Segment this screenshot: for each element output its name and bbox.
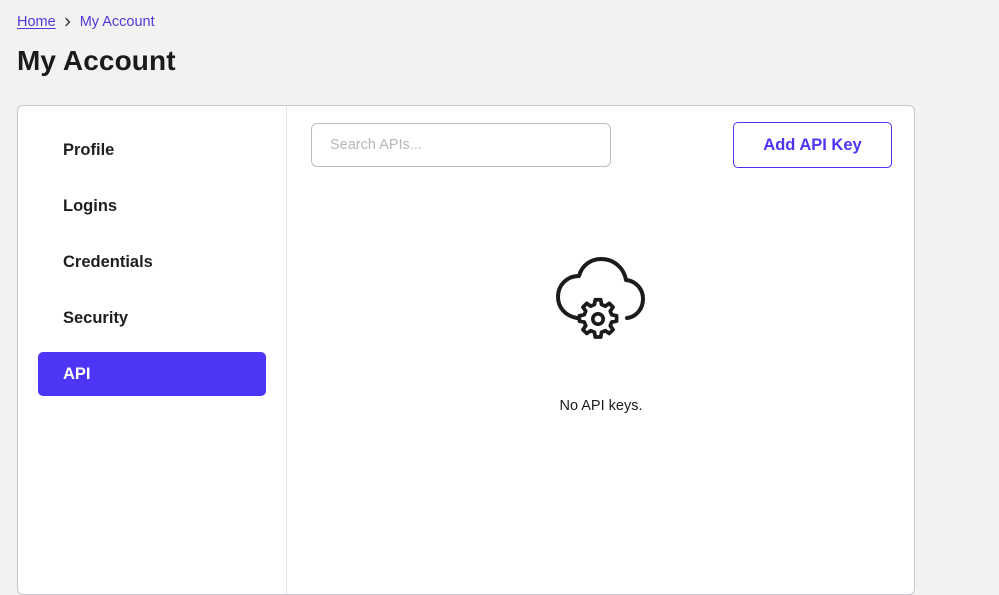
account-card: Profile Logins Credentials Security API …	[17, 105, 915, 595]
page-title: My Account	[17, 45, 176, 76]
breadcrumb-home-link[interactable]: Home	[17, 14, 56, 30]
sidebar-item-profile[interactable]: Profile	[38, 128, 266, 172]
sidebar-item-credentials[interactable]: Credentials	[38, 240, 266, 284]
breadcrumb-current: My Account	[79, 14, 155, 30]
breadcrumb: Home My Account	[17, 14, 155, 30]
cloud-gear-icon	[555, 256, 647, 340]
api-panel: Add API Key No API keys.	[287, 106, 914, 594]
chevron-right-icon	[64, 17, 72, 27]
account-sidebar: Profile Logins Credentials Security API	[18, 106, 287, 594]
add-api-key-button[interactable]: Add API Key	[733, 122, 892, 168]
sidebar-item-logins[interactable]: Logins	[38, 184, 266, 228]
search-input[interactable]	[311, 123, 611, 167]
sidebar-item-security[interactable]: Security	[38, 296, 266, 340]
sidebar-item-api[interactable]: API	[38, 352, 266, 396]
empty-state-message: No API keys.	[559, 398, 643, 414]
